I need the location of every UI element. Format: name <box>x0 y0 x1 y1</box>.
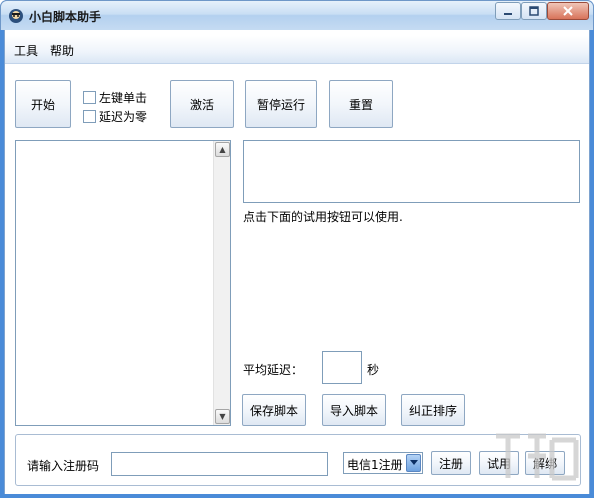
register-label: 注册 <box>438 456 463 471</box>
left-click-checkbox-box[interactable] <box>83 91 96 104</box>
menu-tools[interactable]: 工具 <box>14 42 38 59</box>
carrier-select[interactable]: 电信1注册 <box>343 452 423 474</box>
app-window: 小白脚本助手 工具 帮助 开始 左键单击 延迟为零 激活 暂停运行 重置 ▲ ▼… <box>0 0 594 498</box>
reset-button-label: 重置 <box>348 97 373 112</box>
minimize-button[interactable] <box>495 2 521 20</box>
start-button[interactable]: 开始 <box>15 80 71 128</box>
import-script-button[interactable]: 导入脚本 <box>322 394 386 426</box>
zero-delay-label: 延迟为零 <box>99 110 148 124</box>
activate-button-label: 激活 <box>189 97 214 112</box>
maximize-icon <box>529 6 539 16</box>
registration-code-label: 请输入注册码 <box>27 459 100 473</box>
pause-button[interactable]: 暂停运行 <box>245 80 317 128</box>
reset-button[interactable]: 重置 <box>329 80 393 128</box>
carrier-select-value: 电信1注册 <box>347 458 403 472</box>
registration-code-input[interactable] <box>111 452 328 476</box>
scroll-down-icon[interactable]: ▼ <box>215 409 230 424</box>
import-script-label: 导入脚本 <box>329 403 378 418</box>
zero-delay-checkbox[interactable]: 延迟为零 <box>83 108 147 125</box>
left-click-label: 左键单击 <box>99 91 148 105</box>
fix-order-label: 纠正排序 <box>408 403 457 418</box>
left-click-checkbox[interactable]: 左键单击 <box>83 89 147 106</box>
watermark-logo <box>496 433 579 481</box>
close-button[interactable] <box>547 2 589 20</box>
script-list-scrollbar[interactable]: ▲ ▼ <box>213 141 230 425</box>
chevron-down-icon[interactable] <box>406 454 421 472</box>
menu-help[interactable]: 帮助 <box>50 42 74 59</box>
scroll-up-icon[interactable]: ▲ <box>215 142 230 157</box>
save-script-label: 保存脚本 <box>249 403 298 418</box>
client-area: 工具 帮助 开始 左键单击 延迟为零 激活 暂停运行 重置 ▲ ▼ 点击下面的试… <box>4 30 590 494</box>
delay-unit-label: 秒 <box>367 363 380 377</box>
average-delay-label: 平均延迟： <box>243 363 304 377</box>
script-list[interactable]: ▲ ▼ <box>15 140 231 426</box>
fix-order-button[interactable]: 纠正排序 <box>401 394 465 426</box>
save-script-button[interactable]: 保存脚本 <box>242 394 306 426</box>
start-button-label: 开始 <box>30 97 55 112</box>
register-button[interactable]: 注册 <box>431 451 471 475</box>
title-bar[interactable]: 小白脚本助手 <box>0 0 594 30</box>
close-icon <box>563 6 573 16</box>
pause-button-label: 暂停运行 <box>256 97 305 112</box>
minimize-icon <box>504 13 512 15</box>
maximize-button[interactable] <box>521 2 547 20</box>
menu-bar: 工具 帮助 <box>5 36 589 64</box>
output-textarea[interactable] <box>243 140 580 203</box>
window-title: 小白脚本助手 <box>29 10 102 24</box>
activate-button[interactable]: 激活 <box>170 80 234 128</box>
average-delay-input[interactable] <box>322 351 362 384</box>
app-icon <box>8 8 24 24</box>
zero-delay-checkbox-box[interactable] <box>83 110 96 123</box>
trial-hint: 点击下面的试用按钮可以使用. <box>243 210 403 224</box>
